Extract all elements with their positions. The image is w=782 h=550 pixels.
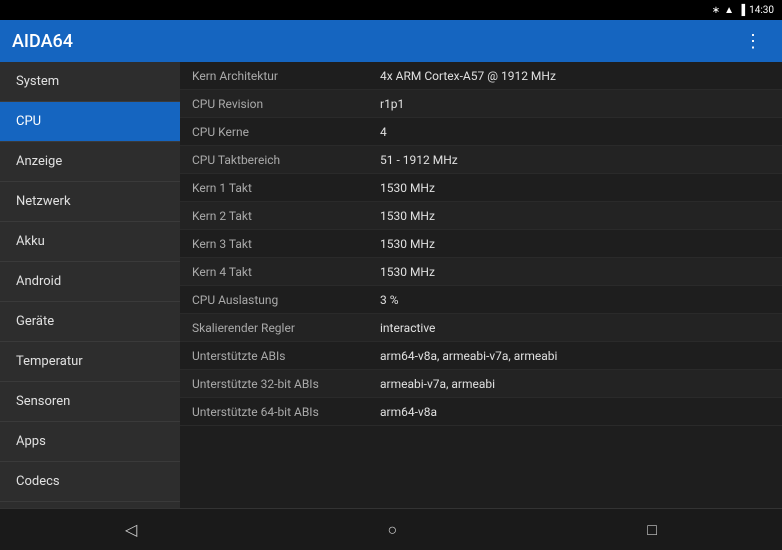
detail-value: 1530 MHz (380, 209, 782, 223)
main-content: SystemCPUAnzeigeNetzwerkAkkuAndroidGerät… (0, 62, 782, 508)
detail-row: CPU Taktbereich51 - 1912 MHz (180, 146, 782, 174)
detail-row: CPU Revisionr1p1 (180, 90, 782, 118)
detail-row: Unterstützte 64-bit ABIsarm64-v8a (180, 398, 782, 426)
detail-row: Unterstützte ABIsarm64-v8a, armeabi-v7a,… (180, 342, 782, 370)
sidebar-item-cpu[interactable]: CPU (0, 102, 180, 142)
detail-value: armeabi-v7a, armeabi (380, 377, 782, 391)
detail-value: 3 % (380, 293, 782, 307)
detail-row: Kern 4 Takt1530 MHz (180, 258, 782, 286)
detail-label: Kern 3 Takt (180, 237, 380, 251)
sidebar-item-system[interactable]: System (0, 62, 180, 102)
detail-value: 4x ARM Cortex-A57 @ 1912 MHz (380, 69, 782, 83)
detail-value: 4 (380, 125, 782, 139)
detail-label: CPU Taktbereich (180, 153, 380, 167)
detail-label: CPU Revision (180, 97, 380, 111)
detail-label: Kern Architektur (180, 69, 380, 83)
bluetooth-icon: ∗ (712, 5, 720, 16)
detail-label: Skalierender Regler (180, 321, 380, 335)
detail-label: Kern 2 Takt (180, 209, 380, 223)
sidebar-item-android[interactable]: Android (0, 262, 180, 302)
detail-row: Unterstützte 32-bit ABIsarmeabi-v7a, arm… (180, 370, 782, 398)
sidebar-item-geraete[interactable]: Geräte (0, 302, 180, 342)
detail-value: 1530 MHz (380, 237, 782, 251)
detail-row: Kern Architektur4x ARM Cortex-A57 @ 1912… (180, 62, 782, 90)
sidebar-item-temperatur[interactable]: Temperatur (0, 342, 180, 382)
sidebar-item-akku[interactable]: Akku (0, 222, 180, 262)
detail-row: CPU Auslastung3 % (180, 286, 782, 314)
detail-value: arm64-v8a, armeabi-v7a, armeabi (380, 349, 782, 363)
back-button[interactable]: ◁ (105, 512, 157, 547)
detail-label: Unterstützte 64-bit ABIs (180, 405, 380, 419)
home-button[interactable]: ○ (367, 512, 417, 548)
time-display: 14:30 (749, 5, 774, 16)
sidebar-item-sensoren[interactable]: Sensoren (0, 382, 180, 422)
detail-value: r1p1 (380, 97, 782, 111)
detail-panel: Kern Architektur4x ARM Cortex-A57 @ 1912… (180, 62, 782, 508)
battery-icon: ▐ (738, 5, 745, 16)
sidebar-item-netzwerk[interactable]: Netzwerk (0, 182, 180, 222)
wifi-icon: ▲ (724, 5, 734, 16)
recent-button[interactable]: □ (627, 512, 677, 548)
detail-label: Kern 4 Takt (180, 265, 380, 279)
detail-label: Kern 1 Takt (180, 181, 380, 195)
detail-label: CPU Kerne (180, 125, 380, 139)
detail-label: Unterstützte ABIs (180, 349, 380, 363)
status-icons: ∗ ▲ ▐ 14:30 (712, 5, 774, 16)
detail-row: CPU Kerne4 (180, 118, 782, 146)
detail-value: 1530 MHz (380, 265, 782, 279)
status-bar: ∗ ▲ ▐ 14:30 (0, 0, 782, 20)
sidebar-item-anzeige[interactable]: Anzeige (0, 142, 180, 182)
detail-label: Unterstützte 32-bit ABIs (180, 377, 380, 391)
bottom-nav: ◁ ○ □ (0, 508, 782, 550)
detail-row: Kern 1 Takt1530 MHz (180, 174, 782, 202)
detail-label: CPU Auslastung (180, 293, 380, 307)
detail-value: arm64-v8a (380, 405, 782, 419)
detail-value: 1530 MHz (380, 181, 782, 195)
menu-button[interactable]: ⋮ (736, 27, 770, 56)
sidebar: SystemCPUAnzeigeNetzwerkAkkuAndroidGerät… (0, 62, 180, 508)
detail-row: Kern 2 Takt1530 MHz (180, 202, 782, 230)
detail-value: interactive (380, 321, 782, 335)
sidebar-item-apps[interactable]: Apps (0, 422, 180, 462)
app-title: AIDA64 (12, 31, 73, 52)
detail-row: Kern 3 Takt1530 MHz (180, 230, 782, 258)
top-bar: AIDA64 ⋮ (0, 20, 782, 62)
detail-value: 51 - 1912 MHz (380, 153, 782, 167)
sidebar-item-codecs[interactable]: Codecs (0, 462, 180, 502)
detail-row: Skalierender Reglerinteractive (180, 314, 782, 342)
